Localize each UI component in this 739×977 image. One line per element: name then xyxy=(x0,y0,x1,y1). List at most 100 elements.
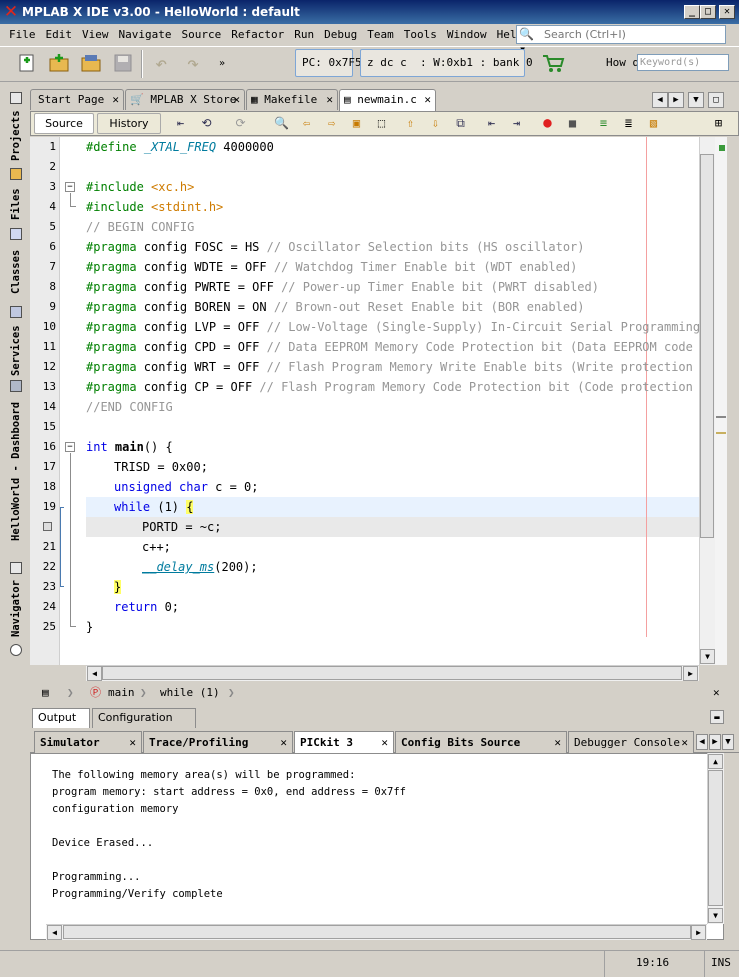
close-icon[interactable]: ✕ xyxy=(681,732,688,754)
menu-navigate[interactable]: Navigate xyxy=(114,28,177,41)
start-macro-icon[interactable]: ● xyxy=(539,115,556,132)
scrollbar-thumb[interactable] xyxy=(700,154,714,538)
menu-window[interactable]: Window xyxy=(442,28,492,41)
last-edit-icon[interactable]: ⇤ xyxy=(172,115,189,132)
toggle-highlight-icon[interactable]: ⬚ xyxy=(373,115,390,132)
tab-newmain-c[interactable]: ▤ newmain.c ✕ xyxy=(339,89,436,111)
build-icon[interactable]: ▧ xyxy=(645,115,662,132)
close-icon[interactable]: ✕ xyxy=(554,732,561,754)
scroll-down-icon[interactable]: ▼ xyxy=(700,649,715,664)
scroll-up-icon[interactable]: ▲ xyxy=(708,754,723,769)
breadcrumb-function[interactable]: main xyxy=(108,683,135,703)
split-editor-icon[interactable]: ⊞ xyxy=(710,115,727,132)
menu-team[interactable]: Team xyxy=(362,28,399,41)
menu-view[interactable]: View xyxy=(77,28,114,41)
scroll-down-icon[interactable]: ▼ xyxy=(708,908,723,923)
close-window-button[interactable]: ✕ xyxy=(719,5,735,19)
source-view-button[interactable]: Source xyxy=(34,113,94,134)
menu-run[interactable]: Run xyxy=(289,28,319,41)
scroll-left-icon[interactable]: ◀ xyxy=(87,666,102,681)
file-icon[interactable]: ▤ xyxy=(42,683,49,703)
tab-list-icon[interactable]: ▼ xyxy=(688,92,704,108)
find-previous-icon[interactable]: ⇦ xyxy=(298,115,315,132)
keyword-input[interactable]: Keyword(s) xyxy=(637,54,729,71)
scrollbar-thumb[interactable] xyxy=(63,925,691,939)
scroll-right-icon[interactable]: ▶ xyxy=(691,925,706,940)
compass-icon[interactable] xyxy=(10,644,22,656)
next-bookmark-icon[interactable]: ⇩ xyxy=(427,115,444,132)
menu-tools[interactable]: Tools xyxy=(399,28,442,41)
shift-right-icon[interactable]: ⇥ xyxy=(508,115,525,132)
minimize-button[interactable]: _ xyxy=(684,5,700,19)
classes-icon[interactable] xyxy=(10,228,22,240)
services-icon[interactable] xyxy=(10,306,22,318)
side-tab-classes[interactable]: Classes xyxy=(4,244,28,300)
subtab-debugger-console[interactable]: Debugger Console ✕ xyxy=(568,731,694,753)
menu-source[interactable]: Source xyxy=(176,28,226,41)
forward-icon[interactable]: ⟳ xyxy=(232,115,249,132)
search-icon[interactable]: 🔍▾ xyxy=(519,27,541,56)
side-tab-navigator[interactable]: Navigator xyxy=(4,578,28,640)
subtab-trace-profiling[interactable]: Trace/Profiling ✕ xyxy=(143,731,293,753)
menu-file[interactable]: File xyxy=(4,28,41,41)
find-icon[interactable]: 🔍 xyxy=(273,115,290,132)
find-selection-icon[interactable]: ▣ xyxy=(348,115,365,132)
previous-bookmark-icon[interactable]: ⇧ xyxy=(402,115,419,132)
close-icon[interactable]: ✕ xyxy=(424,90,431,110)
close-breadcrumb-icon[interactable]: ✕ xyxy=(713,683,720,703)
stop-macro-icon[interactable]: ■ xyxy=(564,115,581,132)
tab-makefile[interactable]: ▦ Makefile ✕ xyxy=(246,89,338,110)
scroll-left-icon[interactable]: ◀ xyxy=(47,925,62,940)
maximize-button[interactable]: □ xyxy=(700,5,716,19)
close-icon[interactable]: ✕ xyxy=(381,732,388,754)
fold-toggle-icon[interactable]: − xyxy=(65,442,75,452)
fold-toggle-icon[interactable]: − xyxy=(65,182,75,192)
toolbar-overflow-icon[interactable]: » xyxy=(214,50,230,76)
maximize-editor-icon[interactable]: □ xyxy=(708,92,724,108)
search-box[interactable]: 🔍▾ Search (Ctrl+I) xyxy=(516,25,726,56)
side-tab-projects[interactable]: Projects xyxy=(4,108,28,164)
close-icon[interactable]: ✕ xyxy=(233,90,240,110)
find-next-icon[interactable]: ⇨ xyxy=(323,115,340,132)
history-view-button[interactable]: History xyxy=(97,113,161,134)
save-all-icon[interactable] xyxy=(110,50,136,76)
subtab-simulator[interactable]: Simulator ✕ xyxy=(34,731,142,753)
subtab-pickit3[interactable]: PICkit 3 ✕ xyxy=(294,731,394,754)
open-project-icon[interactable] xyxy=(78,50,104,76)
new-project-icon[interactable] xyxy=(46,50,72,76)
minimize-panel-icon[interactable]: ▬ xyxy=(710,710,724,724)
side-tab-dashboard[interactable]: HelloWorld - Dashboard xyxy=(4,398,28,544)
menu-refactor[interactable]: Refactor xyxy=(226,28,289,41)
scrollbar-thumb[interactable] xyxy=(102,666,682,680)
close-icon[interactable]: ✕ xyxy=(112,90,119,110)
scrollbar-thumb[interactable] xyxy=(708,770,723,906)
tab-mplab-store[interactable]: 🛒 MPLAB X Store ✕ xyxy=(125,89,245,110)
back-icon[interactable]: ⟲ xyxy=(198,115,215,132)
breakpoint-marker-icon[interactable] xyxy=(43,522,52,531)
tab-configuration-bits[interactable]: Configuration Bits xyxy=(92,708,196,742)
scroll-tabs-left-icon[interactable]: ◀ xyxy=(696,734,708,750)
window-restore-icon[interactable] xyxy=(10,92,22,104)
comment-icon[interactable]: ≡ xyxy=(595,115,612,132)
undo-icon[interactable]: ↶ xyxy=(148,50,174,76)
close-icon[interactable]: ✕ xyxy=(280,732,287,754)
menu-edit[interactable]: Edit xyxy=(41,28,78,41)
scroll-right-icon[interactable]: ▶ xyxy=(683,666,698,681)
menu-debug[interactable]: Debug xyxy=(319,28,362,41)
toggle-bookmark-icon[interactable]: ⧉ xyxy=(452,115,469,132)
search-input[interactable]: Search (Ctrl+I) xyxy=(544,28,626,41)
tab-start-page[interactable]: Start Page ✕ xyxy=(30,89,124,110)
scroll-tabs-right-icon[interactable]: ▶ xyxy=(709,734,721,750)
redo-icon[interactable]: ↷ xyxy=(180,50,206,76)
close-icon[interactable]: ✕ xyxy=(129,732,136,754)
side-tab-services[interactable]: Services xyxy=(4,320,28,382)
files-icon[interactable] xyxy=(10,168,22,180)
dashboard-icon[interactable] xyxy=(10,380,22,392)
tab-output[interactable]: Output ✕ xyxy=(32,708,90,742)
scroll-tabs-right-icon[interactable]: ▶ xyxy=(668,92,684,108)
subtab-config-bits-source[interactable]: Config Bits Source ✕ xyxy=(395,731,567,753)
new-file-icon[interactable] xyxy=(14,50,40,76)
error-stripe[interactable] xyxy=(715,137,727,665)
scroll-tabs-left-icon[interactable]: ◀ xyxy=(652,92,668,108)
uncomment-icon[interactable]: ≣ xyxy=(620,115,637,132)
